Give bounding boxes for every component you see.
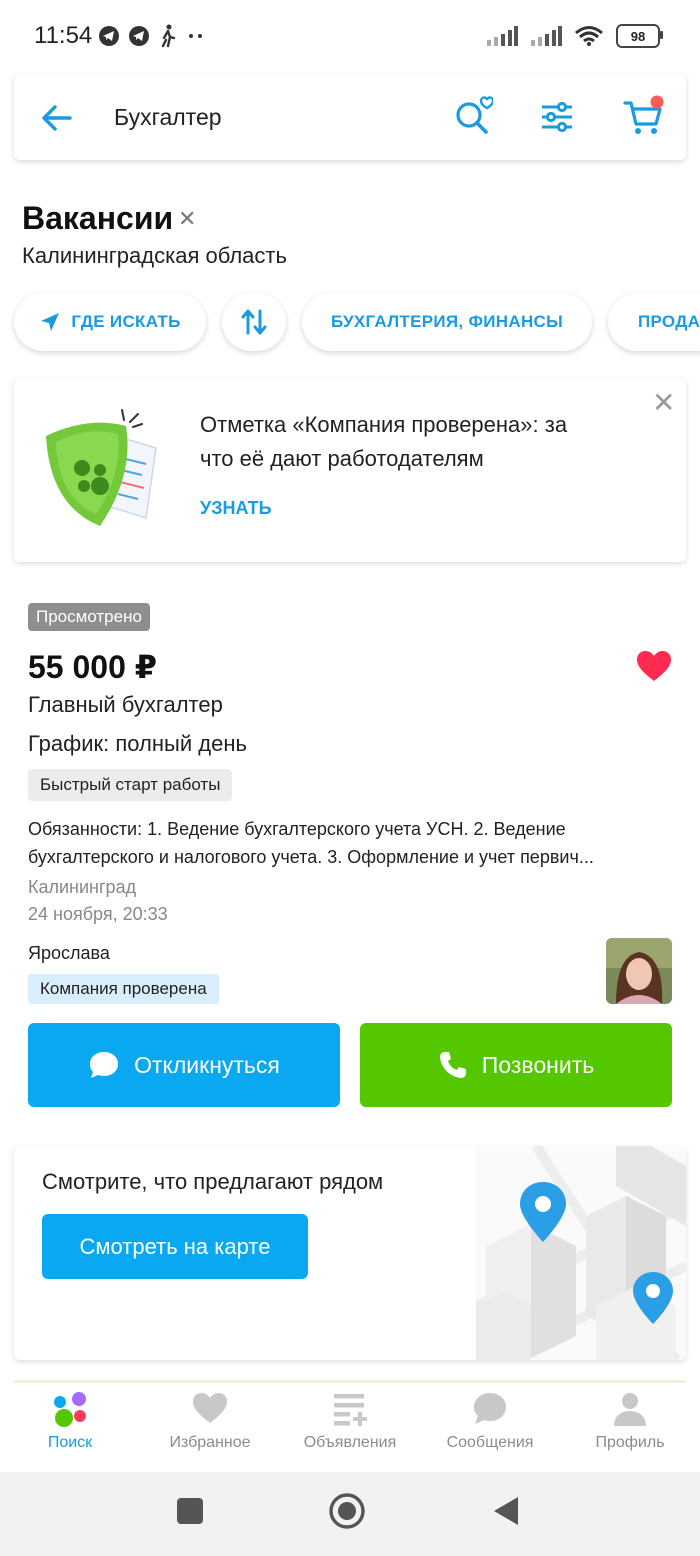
walking-icon — [161, 24, 176, 48]
map-pin-icon — [633, 1272, 673, 1324]
home-icon[interactable] — [328, 1492, 366, 1530]
page-title: Вакансии — [22, 200, 174, 236]
viewed-badge: Просмотрено — [28, 603, 150, 631]
heart-icon — [193, 1393, 227, 1423]
back-arrow-icon[interactable] — [40, 102, 74, 134]
signal-icon — [487, 26, 518, 46]
vacancy-description: Обязанности: 1. Ведение бухгалтерского у… — [28, 819, 594, 867]
nav-label: Профиль — [595, 1434, 665, 1451]
promo-learn-more-link[interactable]: УЗНАТЬ — [200, 498, 272, 519]
search-query[interactable]: Бухгалтер — [114, 104, 222, 131]
map-illustration — [476, 1146, 686, 1360]
clear-category-icon[interactable]: ✕ — [178, 206, 196, 232]
cart-icon[interactable] — [622, 94, 666, 138]
telegram-icon — [99, 26, 119, 46]
chat-icon — [474, 1393, 506, 1424]
filters-icon[interactable] — [540, 100, 574, 134]
map-pin-icon — [520, 1182, 566, 1242]
nav-item-messages[interactable]: Сообщения — [420, 1390, 560, 1452]
person-icon — [614, 1393, 646, 1426]
more-dots-icon — [189, 34, 202, 38]
respond-button[interactable]: Откликнуться — [28, 1023, 340, 1107]
region-label[interactable]: Калининградская область — [22, 243, 287, 269]
map-card-title: Смотрите, что предлагают рядом — [42, 1169, 384, 1194]
signal-icon — [531, 26, 562, 46]
telegram-icon — [129, 26, 149, 46]
status-left-icons — [98, 24, 206, 48]
nav-item-profile[interactable]: Профиль — [560, 1390, 700, 1452]
nav-label: Объявления — [303, 1434, 397, 1451]
chip-where-to-search[interactable]: ГДЕ ИСКАТЬ — [14, 293, 206, 351]
wifi-icon — [575, 26, 603, 46]
vacancy-date: 24 ноября, 20:33 — [28, 904, 168, 924]
nav-divider — [14, 1380, 686, 1383]
location-arrow-icon — [41, 313, 60, 331]
vacancy-salary[interactable]: 55 000 ₽ — [28, 648, 157, 686]
chip-label: ПРОДА — [638, 312, 700, 331]
vacancy-schedule: График: полный день — [28, 731, 247, 756]
battery-indicator: 98 — [616, 24, 663, 48]
nav-label: Избранное — [169, 1434, 251, 1451]
nav-item-favorites[interactable]: Избранное — [140, 1390, 280, 1452]
nav-item-ads[interactable]: Объявления — [280, 1390, 420, 1452]
show-on-map-button[interactable]: Смотреть на карте — [42, 1214, 308, 1279]
company-verified-badge: Компания проверена — [28, 974, 219, 1004]
employer-avatar[interactable] — [606, 938, 672, 1004]
respond-button-label: Откликнуться — [134, 1051, 280, 1078]
chat-bubble-icon — [90, 1052, 119, 1078]
chip-category[interactable]: БУХГАЛТЕРИЯ, ФИНАНСЫ — [302, 293, 592, 351]
chip-sort[interactable] — [222, 293, 286, 351]
call-button[interactable]: Позвонить — [360, 1023, 672, 1107]
quick-start-tag: Быстрый старт работы — [28, 769, 233, 801]
saved-search-icon[interactable] — [453, 95, 493, 135]
employer-name[interactable]: Ярослава — [28, 943, 110, 964]
favorite-heart-icon[interactable] — [636, 650, 672, 682]
recent-apps-icon[interactable] — [176, 1497, 204, 1525]
phone-icon — [439, 1052, 466, 1078]
nav-item-search[interactable]: Поиск — [0, 1390, 140, 1452]
vacancy-position[interactable]: Главный бухгалтер — [28, 692, 223, 718]
add-list-icon — [334, 1394, 367, 1426]
call-button-label: Позвонить — [481, 1051, 595, 1078]
promo-text: Отметка «Компания проверена»: за что её … — [200, 412, 568, 471]
verified-shield-illustration — [46, 409, 157, 526]
status-right-icons: 98 — [486, 24, 663, 48]
nav-label: Сообщения — [446, 1434, 534, 1451]
chip-more[interactable]: ПРОДА — [608, 293, 700, 351]
sort-icon — [241, 309, 267, 335]
close-icon[interactable]: ✕ — [652, 386, 675, 419]
nav-label: Поиск — [47, 1434, 93, 1451]
chip-label: БУХГАЛТЕРИЯ, ФИНАНСЫ — [330, 312, 564, 331]
chip-label: ГДЕ ИСКАТЬ — [71, 312, 181, 331]
status-time: 11:54 — [34, 22, 93, 49]
vacancy-city: Калининград — [28, 877, 137, 897]
back-icon[interactable] — [492, 1495, 520, 1527]
search-nav-icon — [54, 1392, 86, 1427]
